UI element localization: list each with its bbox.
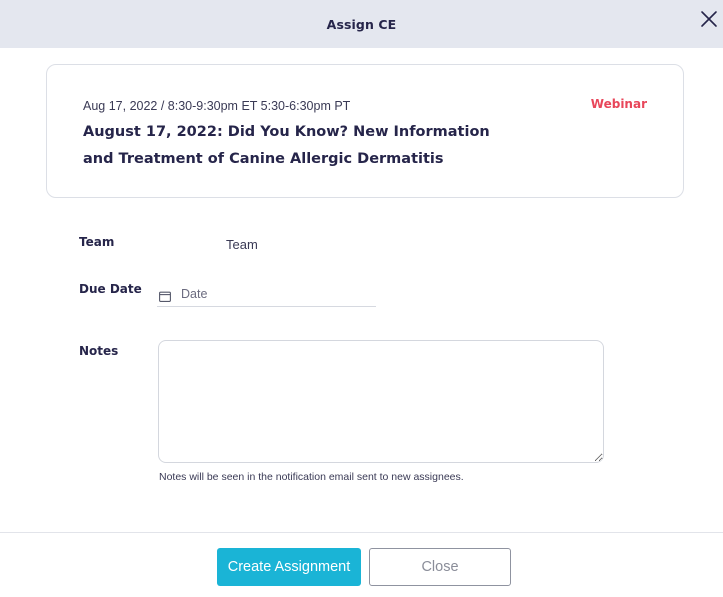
close-button[interactable]: Close xyxy=(369,548,511,586)
event-type-badge: Webinar xyxy=(590,97,647,111)
close-icon[interactable] xyxy=(698,8,720,30)
modal-header: Assign CE xyxy=(0,0,723,48)
due-date-label: Due Date xyxy=(79,282,142,296)
event-card: Aug 17, 2022 / 8:30-9:30pm ET 5:30-6:30p… xyxy=(46,64,684,198)
create-assignment-button[interactable]: Create Assignment xyxy=(217,548,361,586)
footer-divider xyxy=(0,532,723,533)
event-title: August 17, 2022: Did You Know? New Infor… xyxy=(83,124,490,167)
due-date-field[interactable]: Date xyxy=(157,282,376,307)
notes-hint: Notes will be seen in the notification e… xyxy=(159,471,464,483)
calendar-icon xyxy=(159,289,171,302)
notes-label: Notes xyxy=(79,344,119,358)
modal-title: Assign CE xyxy=(326,16,397,32)
event-date-time: Aug 17, 2022 / 8:30-9:30pm ET 5:30-6:30p… xyxy=(83,99,351,113)
due-date-placeholder: Date xyxy=(181,287,208,301)
team-value[interactable]: Team xyxy=(226,237,258,252)
notes-textarea[interactable] xyxy=(158,340,604,463)
team-label: Team xyxy=(79,235,115,249)
